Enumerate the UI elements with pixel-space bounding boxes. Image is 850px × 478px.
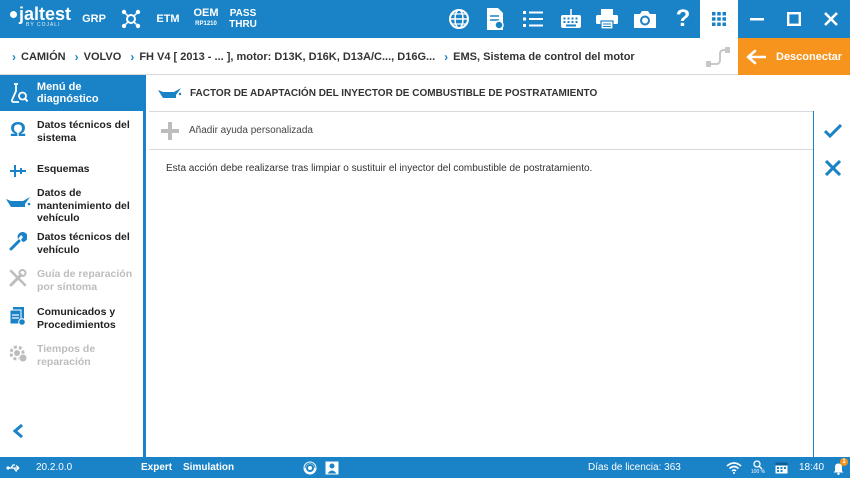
sidebar-item-schematics[interactable]: Esquemas [0,162,143,180]
network-icon[interactable] [118,7,144,31]
report-icon[interactable] [482,7,508,31]
tools-icon [3,268,33,288]
procedure-description: Esta acción debe realizarse tras limpiar… [166,163,593,174]
wifi-icon [726,457,742,478]
chevron-right-icon: › [130,49,135,64]
arrow-left-icon [746,49,766,65]
grp-button[interactable]: GRP [80,0,108,38]
notification-badge: 1 [840,458,848,466]
breadcrumb-item[interactable]: › FH V4 [ 2013 - ... ], motor: D13K, D16… [130,50,435,64]
apps-grid-button[interactable] [700,0,738,38]
usb-icon [6,457,22,478]
omega-icon: Ω [9,119,27,141]
breadcrumb-item[interactable]: › VOLVO [75,50,122,64]
sidebar-item-repair-times[interactable]: Tiempos de reparación [0,343,143,368]
cancel-button[interactable] [814,150,850,186]
help-icon[interactable]: ? [670,7,696,31]
calendar-icon[interactable] [775,457,788,478]
action-rail [813,111,850,457]
list-icon[interactable] [520,7,546,31]
checkmark-icon [823,124,842,138]
diagnostic-icon [4,83,34,103]
schematic-icon [3,162,33,180]
gear-clock-icon [3,343,33,363]
documents-icon [3,306,33,326]
chevron-right-icon: › [74,49,79,64]
maximize-icon [787,12,801,26]
close-icon [824,12,838,26]
user-icon[interactable] [325,457,339,478]
version-label: 20.2.0.0 [36,462,73,473]
back-button[interactable] [8,421,28,441]
breadcrumb-item[interactable]: › CAMIÓN [12,50,66,64]
grid-icon [712,12,726,26]
magnifier-icon [753,459,763,469]
chevron-left-icon [12,423,23,439]
maximize-button[interactable] [775,0,813,38]
pass-thru-button[interactable]: PASS THRU [227,0,259,38]
close-button[interactable] [812,0,850,38]
clock-label: 18:40 [799,462,825,473]
sidebar-item-repair-guide-by-symptom[interactable]: Guía de reparación por síntoma [0,268,143,293]
oil-can-icon [157,87,183,99]
notifications-button[interactable]: 1 [832,457,848,478]
disconnect-button[interactable]: Desconectar [738,38,850,75]
wrench-icon [3,231,33,251]
minimize-button[interactable] [738,0,776,38]
simulation-label: Simulation [183,462,235,473]
page-title-row: FACTOR DE ADAPTACIÓN DEL INYECTOR DE COM… [149,75,813,112]
sidebar-item-communications-procedures[interactable]: Comunicados y Procedimientos [0,306,143,331]
page-title: FACTOR DE ADAPTACIÓN DEL INYECTOR DE COM… [190,87,598,99]
zoom-indicator[interactable]: 100 % [750,457,766,478]
app-logo: jaltest BY COJALI [10,4,71,28]
close-icon [824,160,841,176]
sidebar-item-vehicle-maintenance-data[interactable]: Datos de mantenimiento del vehículo [0,187,143,225]
sidebar: Menú de diagnóstico Ω Datos técnicos del… [0,75,146,457]
breadcrumb: › CAMIÓN › VOLVO › FH V4 [ 2013 - ... ],… [12,38,635,75]
accept-button[interactable] [814,113,850,149]
oil-can-icon [3,187,33,209]
connection-status-icon [706,46,730,68]
diagnostic-menu-header[interactable]: Menú de diagnóstico [0,75,146,111]
main-panel: FACTOR DE ADAPTACIÓN DEL INYECTOR DE COM… [149,75,813,457]
plus-icon [161,121,179,140]
chevron-right-icon: › [12,49,16,64]
etm-button[interactable]: ETM [153,0,183,38]
chevron-right-icon: › [444,49,449,64]
sidebar-item-vehicle-technical-data[interactable]: Datos técnicos del vehículo [0,231,143,256]
sidebar-item-system-technical-data[interactable]: Ω Datos técnicos del sistema [0,119,143,144]
globe-icon[interactable] [446,7,472,31]
breadcrumb-item[interactable]: › EMS, Sistema de control del motor [444,50,635,64]
keyboard-icon[interactable] [558,7,584,31]
breadcrumb-bar: › CAMIÓN › VOLVO › FH V4 [ 2013 - ... ],… [0,38,850,75]
support-icon[interactable] [303,457,317,478]
oem-rp1210-button[interactable]: OEM RP1210 [191,0,221,38]
top-bar: jaltest BY COJALI GRP ETM OEM RP1210 PAS… [0,0,850,38]
minimize-icon [750,18,764,21]
add-custom-help-button[interactable]: Añadir ayuda personalizada [149,112,813,150]
printer-icon[interactable] [594,7,620,31]
camera-icon[interactable] [632,7,658,31]
mode-label: Expert [141,462,173,473]
license-days-label: Días de licencia: 363 [588,462,681,473]
status-bar: 20.2.0.0 Expert Simulation Días de licen… [0,457,850,478]
